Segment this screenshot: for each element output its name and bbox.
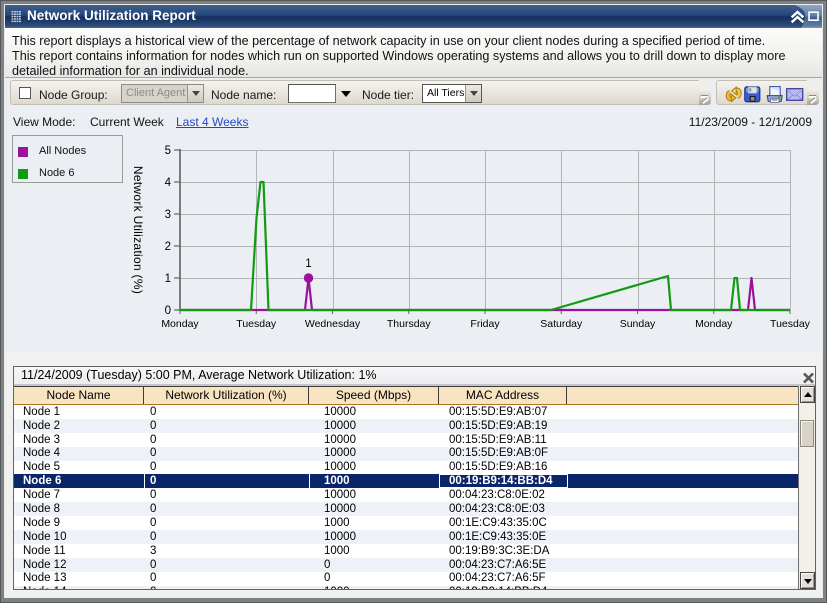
svg-text:Monday: Monday (695, 318, 733, 330)
svg-text:Tuesday: Tuesday (770, 318, 811, 330)
svg-text:Thursday: Thursday (387, 318, 432, 330)
svg-text:0: 0 (165, 305, 171, 317)
svg-text:1: 1 (305, 258, 311, 270)
svg-text:Network Utilization (%): Network Utilization (%) (131, 166, 145, 294)
svg-text:1: 1 (165, 273, 171, 285)
svg-text:Sunday: Sunday (620, 318, 656, 330)
svg-text:Tuesday: Tuesday (236, 318, 277, 330)
svg-text:2: 2 (165, 241, 171, 253)
svg-text:Saturday: Saturday (540, 318, 583, 330)
svg-text:4: 4 (165, 177, 172, 189)
svg-text:Monday: Monday (161, 318, 199, 330)
svg-text:5: 5 (165, 145, 171, 157)
svg-text:3: 3 (165, 209, 171, 221)
svg-text:Friday: Friday (470, 318, 500, 330)
svg-text:Wednesday: Wednesday (305, 318, 361, 330)
